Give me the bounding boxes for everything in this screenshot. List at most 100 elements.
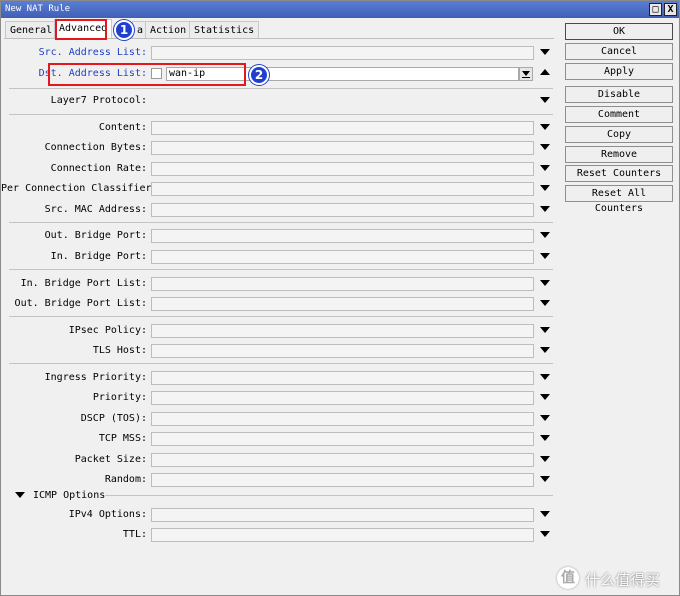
content-row: Content: <box>1 120 557 136</box>
out-bridge-port-row: Out. Bridge Port: <box>1 228 557 244</box>
icmp-options-label: ICMP Options <box>33 490 106 501</box>
priority-label: Priority: <box>92 392 147 403</box>
advanced-tab-highlight <box>55 19 107 40</box>
ttl-field[interactable] <box>151 528 534 542</box>
per-connection-classifier-row: Per Connection Classifier: <box>1 181 557 197</box>
tab-action[interactable]: Action <box>145 21 192 38</box>
disable-button[interactable]: Disable <box>565 86 673 103</box>
expand-arrow-icon[interactable] <box>540 253 550 259</box>
ipv4-options-row: IPv4 Options: <box>1 507 557 523</box>
expand-arrow-icon[interactable] <box>540 394 550 400</box>
expand-arrow-icon[interactable] <box>540 144 550 150</box>
layer7-row: Layer7 Protocol: <box>1 93 557 109</box>
maximize-icon[interactable]: □ <box>649 3 662 16</box>
src-mac-row: Src. MAC Address: <box>1 202 557 218</box>
out-bridge-port-list-label: Out. Bridge Port List: <box>14 298 147 309</box>
ingress-priority-field[interactable] <box>151 371 534 385</box>
close-icon[interactable]: X <box>664 3 677 16</box>
remove-button[interactable]: Remove <box>565 146 673 163</box>
ingress-priority-label: Ingress Priority: <box>44 372 147 383</box>
ipsec-policy-field[interactable] <box>151 324 534 338</box>
random-field[interactable] <box>151 473 534 487</box>
out-bridge-port-label: Out. Bridge Port: <box>44 230 147 241</box>
separator <box>9 363 553 364</box>
copy-button[interactable]: Copy <box>565 126 673 143</box>
expand-arrow-icon[interactable] <box>540 415 550 421</box>
reset-counters-button[interactable]: Reset Counters <box>565 165 673 182</box>
priority-row: Priority: <box>1 390 557 406</box>
content-field[interactable] <box>151 121 534 135</box>
expand-arrow-icon[interactable] <box>540 435 550 441</box>
ipv4-options-field[interactable] <box>151 508 534 522</box>
ttl-row: TTL: <box>1 527 557 543</box>
expand-arrow-icon[interactable] <box>540 97 550 103</box>
expand-arrow-icon[interactable] <box>540 300 550 306</box>
expand-arrow-icon[interactable] <box>540 206 550 212</box>
ok-button[interactable]: OK <box>565 23 673 40</box>
ipv4-options-label: IPv4 Options: <box>68 509 147 520</box>
expand-arrow-icon[interactable] <box>540 49 550 55</box>
src-address-list-label: Src. Address List: <box>38 47 147 58</box>
out-bridge-port-field[interactable] <box>151 229 534 243</box>
expand-arrow-icon[interactable] <box>540 456 550 462</box>
expand-arrow-icon[interactable] <box>540 374 550 380</box>
separator <box>9 114 553 115</box>
random-row: Random: <box>1 472 557 488</box>
packet-size-field[interactable] <box>151 453 534 467</box>
dscp-label: DSCP (TOS): <box>80 413 147 424</box>
expand-arrow-icon[interactable] <box>540 347 550 353</box>
packet-size-row: Packet Size: <box>1 452 557 468</box>
src-address-list-field[interactable] <box>151 46 534 60</box>
tcp-mss-row: TCP MSS: <box>1 431 557 447</box>
layer7-label: Layer7 Protocol: <box>50 95 147 106</box>
expand-arrow-icon[interactable] <box>540 124 550 130</box>
expand-arrow-icon[interactable] <box>540 185 550 191</box>
tab-statistics[interactable]: Statistics <box>189 21 260 38</box>
tcp-mss-field[interactable] <box>151 432 534 446</box>
apply-button[interactable]: Apply <box>565 63 673 80</box>
tls-host-label: TLS Host: <box>92 345 147 356</box>
reset-all-counters-button[interactable]: Reset All Counters <box>565 185 673 214</box>
dscp-field[interactable] <box>151 412 534 426</box>
src-mac-field[interactable] <box>151 203 534 217</box>
in-bridge-port-field[interactable] <box>151 250 534 264</box>
per-connection-classifier-field[interactable] <box>151 182 534 196</box>
tab-general[interactable]: General <box>5 21 58 38</box>
src-address-list-row: Src. Address List: <box>1 45 557 61</box>
tls-host-row: TLS Host: <box>1 343 557 359</box>
out-bridge-port-list-field[interactable] <box>151 297 534 311</box>
dst-address-list-dropdown-button[interactable] <box>519 67 533 81</box>
watermark-logo-icon: 值 <box>557 567 579 589</box>
content-label: Content: <box>98 122 147 133</box>
in-bridge-port-label: In. Bridge Port: <box>50 251 147 262</box>
dscp-row: DSCP (TOS): <box>1 411 557 427</box>
title-bar[interactable]: New NAT Rule □ X <box>1 1 679 18</box>
connection-rate-row: Connection Rate: <box>1 161 557 177</box>
in-bridge-port-row: In. Bridge Port: <box>1 249 557 265</box>
expand-arrow-icon[interactable] <box>540 511 550 517</box>
cancel-button[interactable]: Cancel <box>565 43 673 60</box>
collapse-arrow-icon[interactable] <box>540 69 550 75</box>
collapse-triangle-icon[interactable] <box>15 492 25 498</box>
packet-size-label: Packet Size: <box>74 454 147 465</box>
comment-button[interactable]: Comment <box>565 106 673 123</box>
ingress-priority-row: Ingress Priority: <box>1 370 557 386</box>
expand-arrow-icon[interactable] <box>540 476 550 482</box>
window-title: New NAT Rule <box>5 4 71 14</box>
connection-rate-field[interactable] <box>151 162 534 176</box>
tcp-mss-label: TCP MSS: <box>98 433 147 444</box>
in-bridge-port-list-field[interactable] <box>151 277 534 291</box>
expand-arrow-icon[interactable] <box>540 327 550 333</box>
ipsec-policy-label: IPsec Policy: <box>68 325 147 336</box>
expand-arrow-icon[interactable] <box>540 232 550 238</box>
expand-arrow-icon[interactable] <box>540 280 550 286</box>
expand-arrow-icon[interactable] <box>540 531 550 537</box>
per-connection-classifier-label: Per Connection Classifier: <box>1 183 158 194</box>
tls-host-field[interactable] <box>151 344 534 358</box>
priority-field[interactable] <box>151 391 534 405</box>
src-mac-label: Src. MAC Address: <box>44 204 147 215</box>
dst-address-list-highlight <box>48 63 246 86</box>
expand-arrow-icon[interactable] <box>540 165 550 171</box>
separator <box>105 495 553 496</box>
connection-bytes-field[interactable] <box>151 141 534 155</box>
